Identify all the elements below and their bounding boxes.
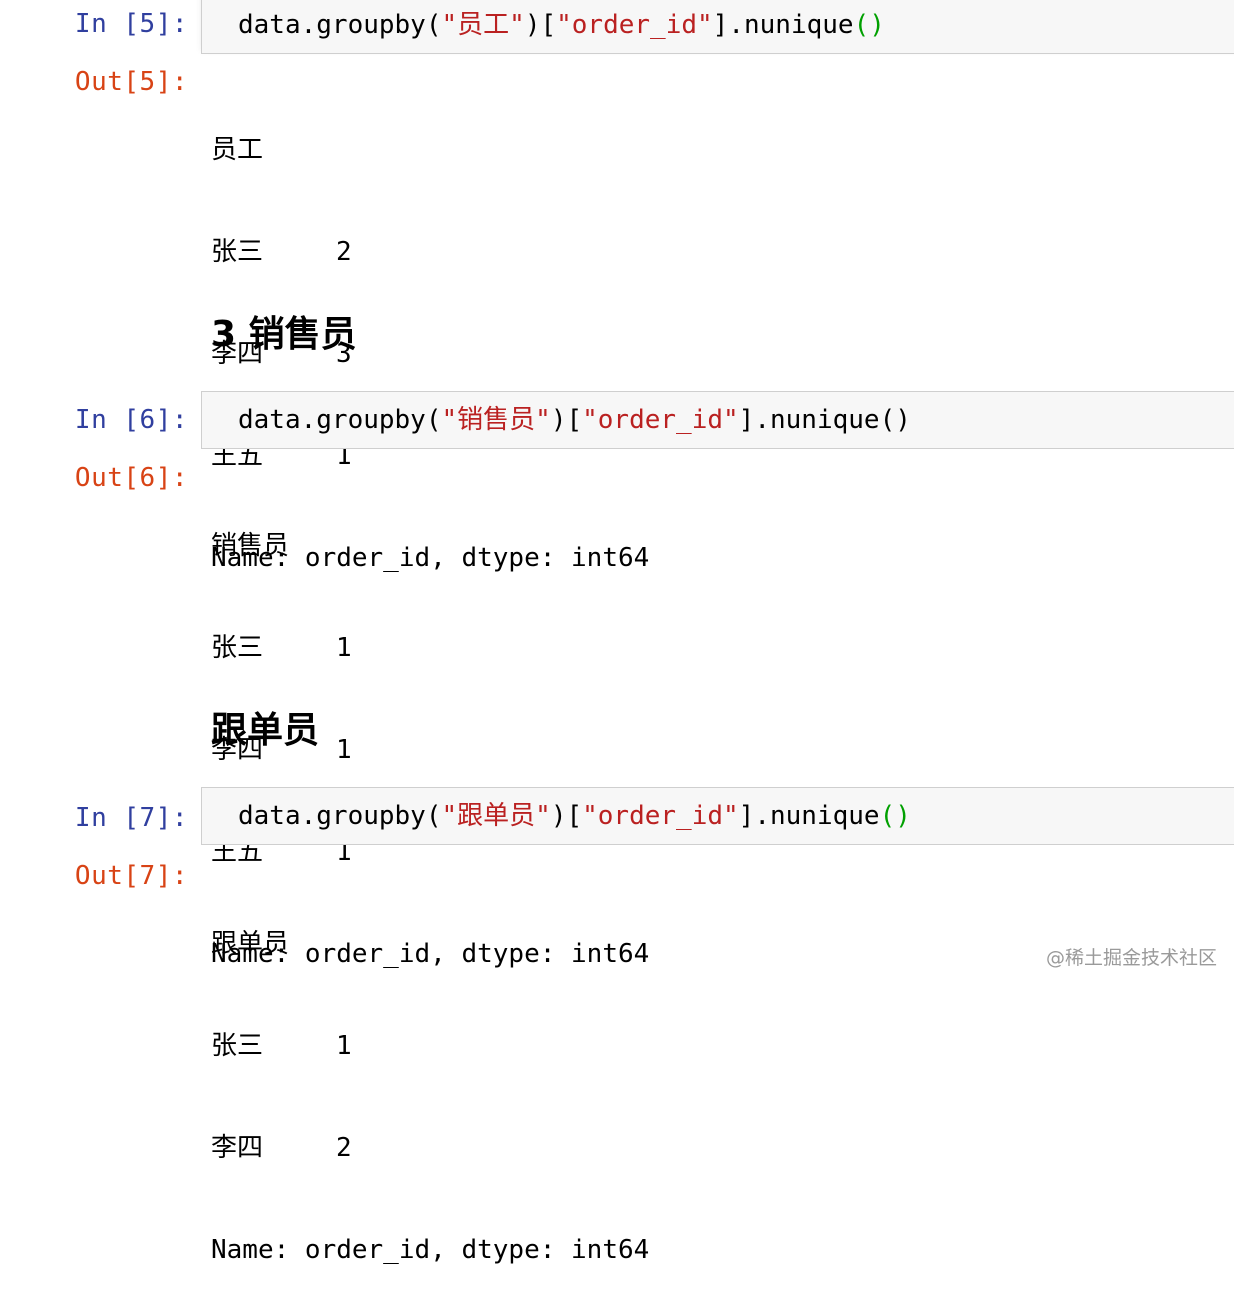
watermark: @稀土掘金技术社区 <box>1046 947 1218 969</box>
in-prompt-7: In [7]: <box>74 803 188 833</box>
output-area-7: 跟单员 张三 1 李四 2 Name: order_id, dtype: int64 <box>211 859 649 1301</box>
out-prompt-6: Out[6]: <box>74 463 188 493</box>
series-index-name: 跟单员 <box>211 929 290 959</box>
code-cell-input-7[interactable]: data.groupby("跟单员")["order_id"].nunique(… <box>201 787 1234 845</box>
series-row: 李四 2 <box>211 1133 352 1163</box>
code-cell-input-5[interactable]: data.groupby("员工")["order_id"].nunique() <box>201 0 1234 54</box>
series-index-name: 员工 <box>211 135 264 165</box>
in-prompt-6: In [6]: <box>74 405 188 435</box>
series-footer: Name: order_id, dtype: int64 <box>211 1235 650 1265</box>
code-line: data.groupby("员工")["order_id"].nunique() <box>238 10 885 40</box>
code-line: data.groupby("销售员")["order_id"].nunique(… <box>238 405 911 435</box>
in-prompt-5: In [5]: <box>74 9 188 39</box>
code-line: data.groupby("跟单员")["order_id"].nunique(… <box>238 801 911 831</box>
code-cell-input-6[interactable]: data.groupby("销售员")["order_id"].nunique(… <box>201 391 1234 449</box>
series-row: 张三 2 <box>211 237 352 267</box>
series-index-name: 销售员 <box>211 531 290 561</box>
out-prompt-5: Out[5]: <box>74 67 188 97</box>
out-prompt-7: Out[7]: <box>74 861 188 891</box>
markdown-heading: 3 销售员 <box>211 314 357 355</box>
markdown-heading: 跟单员 <box>211 710 320 751</box>
series-row: 张三 1 <box>211 633 352 663</box>
series-row: 张三 1 <box>211 1031 352 1061</box>
